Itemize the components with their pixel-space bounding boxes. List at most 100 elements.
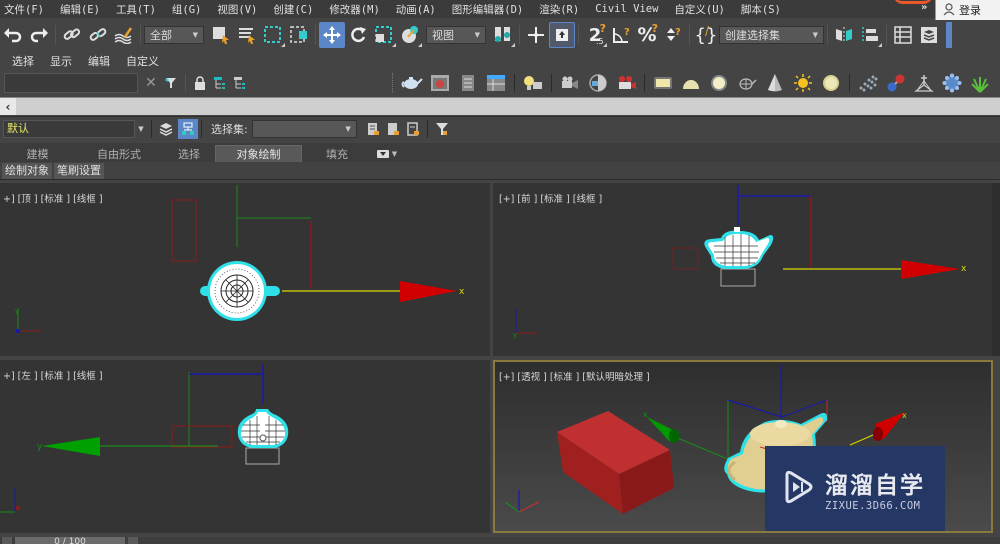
brush-settings-button[interactable]: 笔刷设置 bbox=[54, 162, 104, 179]
tab-populate[interactable]: 填充 bbox=[302, 145, 372, 162]
render-frame-icon[interactable] bbox=[427, 72, 453, 94]
molecule-icon[interactable] bbox=[883, 72, 909, 94]
unlink-icon[interactable] bbox=[85, 22, 111, 48]
lock-icon[interactable] bbox=[190, 73, 210, 93]
camera-icon[interactable] bbox=[557, 72, 583, 94]
particles-icon[interactable] bbox=[855, 72, 881, 94]
viewport-label[interactable]: +] [左 ] [标准 ] [线框 ] bbox=[3, 368, 103, 382]
move-icon[interactable] bbox=[319, 22, 345, 48]
create-selset-icon[interactable] bbox=[363, 119, 383, 139]
menu-edit[interactable]: 编辑(E) bbox=[52, 2, 108, 17]
paint-objects-button[interactable]: 绘制对象 bbox=[2, 162, 52, 179]
hemisphere-icon[interactable] bbox=[678, 72, 704, 94]
viewport-label[interactable]: [+] [透视 ] [标准 ] [默认明暗处理 ] bbox=[499, 369, 650, 383]
table-icon[interactable] bbox=[483, 72, 509, 94]
remove-from-selset-icon[interactable] bbox=[403, 119, 423, 139]
edit-named-selection-icon[interactable]: {/} bbox=[693, 22, 719, 48]
timeline-prev-button[interactable] bbox=[2, 537, 12, 544]
viewport-top[interactable]: x y +] [顶 ] [标准 ] [线框 ] bbox=[0, 183, 490, 356]
selection-set-dropdown[interactable]: ▼ bbox=[251, 119, 357, 138]
list-icon[interactable] bbox=[455, 72, 481, 94]
hierarchy-icon[interactable] bbox=[210, 73, 230, 93]
align-icon[interactable] bbox=[857, 22, 883, 48]
clear-search-icon[interactable]: ✕ bbox=[141, 73, 161, 93]
spinner-snap-icon[interactable]: ? bbox=[660, 22, 686, 48]
teapot-wire-icon[interactable] bbox=[734, 72, 760, 94]
angle-snap-icon[interactable]: ? bbox=[608, 22, 634, 48]
menu-scripting[interactable]: 脚本(S) bbox=[733, 2, 789, 17]
tab-selection[interactable]: 选择 bbox=[163, 145, 215, 162]
chevron-down-icon[interactable]: ▼ bbox=[135, 125, 147, 133]
rect-selection-icon[interactable] bbox=[260, 22, 286, 48]
helper-icon[interactable] bbox=[911, 72, 937, 94]
se-menu-select[interactable]: 选择 bbox=[0, 53, 42, 69]
camera-target-icon[interactable] bbox=[585, 72, 611, 94]
layers-stack-icon[interactable] bbox=[156, 119, 176, 139]
link-icon[interactable] bbox=[59, 22, 85, 48]
select-by-name-icon[interactable] bbox=[234, 22, 260, 48]
light-icon[interactable] bbox=[520, 72, 546, 94]
selection-filter-icon[interactable] bbox=[432, 119, 452, 139]
cone-icon[interactable] bbox=[762, 72, 788, 94]
menu-file[interactable]: 文件(F) bbox=[0, 2, 52, 17]
timeline-next-button[interactable] bbox=[128, 537, 138, 544]
manipulate-icon[interactable] bbox=[523, 22, 549, 48]
se-menu-display[interactable]: 显示 bbox=[42, 53, 80, 69]
hierarchy-expand-icon[interactable] bbox=[230, 73, 250, 93]
mirror-icon[interactable] bbox=[831, 22, 857, 48]
viewport-front[interactable]: x y [+] [前 ] [标准 ] [线框 ] bbox=[493, 183, 1000, 356]
window-crossing-icon[interactable] bbox=[286, 22, 312, 48]
sun-icon[interactable] bbox=[790, 72, 816, 94]
snap-toggle-icon[interactable]: 2.5? bbox=[582, 22, 608, 48]
menu-graph-editors[interactable]: 图形编辑器(D) bbox=[444, 2, 531, 17]
geosphere-icon[interactable] bbox=[939, 72, 965, 94]
tab-freeform[interactable]: 自由形式 bbox=[75, 145, 163, 162]
login-button[interactable]: 登录 bbox=[935, 0, 1000, 20]
filter-icon[interactable] bbox=[161, 73, 181, 93]
named-selection-dropdown[interactable]: 创建选择集 ▼ bbox=[719, 26, 824, 44]
reference-coord-dropdown[interactable]: 视图 ▼ bbox=[426, 26, 486, 44]
viewport-label[interactable]: +] [顶 ] [标准 ] [线框 ] bbox=[3, 191, 103, 205]
pivot-icon[interactable] bbox=[490, 22, 516, 48]
keyboard-shortcut-override-icon[interactable] bbox=[549, 22, 575, 48]
add-to-selset-icon[interactable] bbox=[383, 119, 403, 139]
rotate-icon[interactable] bbox=[345, 22, 371, 48]
chevron-left-icon[interactable]: ‹ bbox=[0, 98, 16, 115]
menu-animation[interactable]: 动画(A) bbox=[388, 2, 444, 17]
viewport-left[interactable]: y +] [左 ] [标准 ] [线框 ] bbox=[0, 360, 490, 533]
se-menu-edit[interactable]: 编辑 bbox=[80, 53, 118, 69]
scene-search-input[interactable] bbox=[4, 72, 138, 93]
tab-object-paint[interactable]: 对象绘制 bbox=[215, 145, 302, 162]
place-icon[interactable] bbox=[397, 22, 423, 48]
se-menu-customize[interactable]: 自定义 bbox=[118, 53, 167, 69]
scale-icon[interactable] bbox=[371, 22, 397, 48]
foliage-icon[interactable] bbox=[967, 72, 993, 94]
menu-customize[interactable]: 自定义(U) bbox=[666, 2, 732, 17]
viewport-label[interactable]: [+] [前 ] [标准 ] [线框 ] bbox=[499, 191, 602, 205]
menu-modifiers[interactable]: 修改器(M) bbox=[321, 2, 387, 17]
menu-tools[interactable]: 工具(T) bbox=[108, 2, 164, 17]
select-object-icon[interactable] bbox=[208, 22, 234, 48]
redo-icon[interactable] bbox=[26, 22, 52, 48]
time-slider[interactable]: 0 / 100 bbox=[15, 537, 125, 544]
disc-icon[interactable] bbox=[818, 72, 844, 94]
menu-civil-view[interactable]: Civil View bbox=[587, 3, 666, 15]
layer-hierarchy-icon[interactable] bbox=[178, 118, 198, 139]
menu-overflow-button[interactable]: » bbox=[921, 2, 927, 13]
menu-rendering[interactable]: 渲染(R) bbox=[531, 2, 587, 17]
camera-red-icon[interactable] bbox=[613, 72, 639, 94]
menu-views[interactable]: 视图(V) bbox=[209, 2, 265, 17]
scene-explorer-icon[interactable] bbox=[890, 22, 916, 48]
selection-filter-dropdown[interactable]: 全部 ▼ bbox=[144, 26, 204, 44]
percent-snap-icon[interactable]: %? bbox=[634, 22, 660, 48]
menu-group[interactable]: 组(G) bbox=[164, 2, 209, 17]
toolbar-overflow-handle[interactable] bbox=[946, 22, 952, 48]
tab-modeling[interactable]: 建模 bbox=[0, 145, 75, 162]
teapot-icon[interactable] bbox=[399, 72, 425, 94]
menu-create[interactable]: 创建(C) bbox=[265, 2, 321, 17]
current-layer-field[interactable]: 默认 bbox=[3, 119, 135, 138]
undo-icon[interactable] bbox=[0, 22, 26, 48]
layer-explorer-icon[interactable] bbox=[916, 22, 942, 48]
plane-icon[interactable] bbox=[650, 72, 676, 94]
bind-space-warp-icon[interactable] bbox=[111, 22, 137, 48]
